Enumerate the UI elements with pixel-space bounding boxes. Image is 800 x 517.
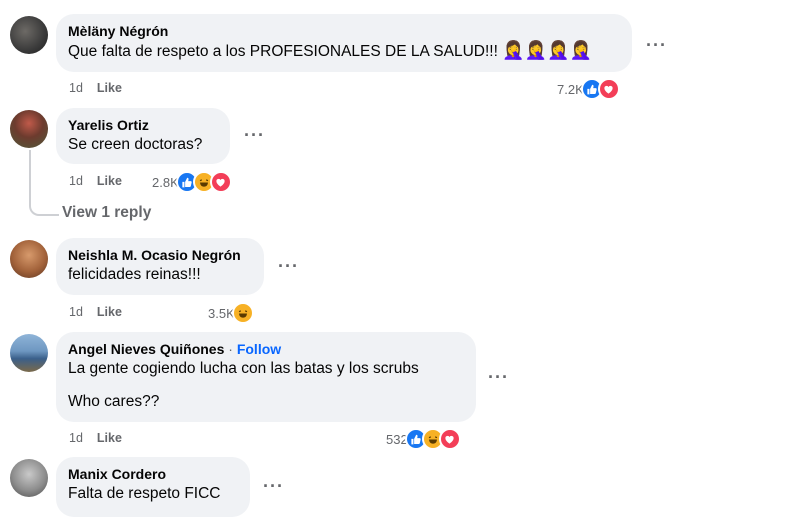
- heart-icon: [597, 78, 620, 100]
- comment-text: Que falta de respeto a los PROFESIONALES…: [68, 40, 620, 62]
- like-button[interactable]: Like: [97, 305, 122, 319]
- comment-text: Se creen doctoras?: [68, 136, 203, 153]
- reaction-summary[interactable]: 2.8K: [152, 171, 232, 193]
- reaction-count: 3.5K: [208, 305, 235, 321]
- comment-text-body: Que falta de respeto a los PROFESIONALES…: [68, 43, 498, 60]
- heart-icon: [438, 428, 461, 450]
- timestamp[interactable]: 1d: [69, 305, 83, 319]
- more-options-button[interactable]: ···: [488, 368, 509, 386]
- like-button[interactable]: Like: [97, 81, 122, 95]
- comment-bubble: Angel Nieves Quiñones · Follow La gente …: [56, 332, 476, 422]
- comment-meta: 1d Like: [69, 81, 122, 95]
- comment-text: Falta de respeto FICC: [68, 485, 221, 502]
- follow-button[interactable]: Follow: [237, 341, 281, 357]
- laughing-face-icon: [231, 302, 254, 324]
- like-button[interactable]: Like: [97, 431, 122, 445]
- comment-meta: 1d Like: [69, 174, 122, 188]
- like-button[interactable]: Like: [97, 174, 122, 188]
- more-options-button[interactable]: ···: [646, 36, 667, 54]
- more-options-button[interactable]: ···: [278, 257, 299, 275]
- reaction-summary[interactable]: 7.2K: [557, 78, 620, 100]
- timestamp[interactable]: 1d: [69, 81, 83, 95]
- reply-thread-line: [29, 150, 59, 216]
- view-replies-link[interactable]: View 1 reply: [62, 204, 151, 222]
- timestamp[interactable]: 1d: [69, 431, 83, 445]
- comment-bubble: Yarelis Ortiz Se creen doctoras?: [56, 108, 230, 164]
- comment-author-name[interactable]: Angel Nieves Quiñones: [68, 341, 224, 357]
- more-options-button[interactable]: ···: [263, 477, 284, 495]
- separator-dot: ·: [228, 341, 233, 357]
- timestamp[interactable]: 1d: [69, 174, 83, 188]
- comment-text: felicidades reinas!!!: [68, 266, 201, 283]
- heart-icon: [209, 171, 232, 193]
- comment-author[interactable]: Yarelis Ortiz: [68, 116, 218, 134]
- avatar[interactable]: [10, 334, 48, 372]
- avatar[interactable]: [10, 459, 48, 497]
- comment-bubble: Mèläny Négrón Que falta de respeto a los…: [56, 14, 632, 72]
- avatar[interactable]: [10, 110, 48, 148]
- reaction-count: 7.2K: [557, 81, 584, 97]
- avatar[interactable]: [10, 240, 48, 278]
- comment-text: La gente cogiendo lucha con las batas y …: [68, 360, 419, 377]
- reaction-summary[interactable]: 532: [386, 428, 461, 450]
- more-options-button[interactable]: ···: [244, 126, 265, 144]
- comment-author[interactable]: Manix Cordero: [68, 465, 238, 483]
- reaction-summary[interactable]: 3.5K: [208, 302, 254, 324]
- comment-author: Angel Nieves Quiñones · Follow: [68, 340, 464, 358]
- comment-author[interactable]: Mèläny Négrón: [68, 22, 620, 40]
- avatar[interactable]: [10, 16, 48, 54]
- comment-meta: 1d Like: [69, 431, 122, 445]
- comment-bubble: Neishla M. Ocasio Negrón felicidades rei…: [56, 238, 264, 295]
- comment-meta: 1d Like: [69, 305, 122, 319]
- comment-text-line2: Who cares??: [68, 393, 160, 410]
- comment-bubble: Manix Cordero Falta de respeto FICC: [56, 457, 250, 517]
- facepalm-emoji: 🤦‍♀️🤦‍♀️🤦‍♀️🤦‍♀️: [502, 40, 592, 60]
- comment-author[interactable]: Neishla M. Ocasio Negrón: [68, 246, 252, 264]
- reaction-count: 2.8K: [152, 174, 179, 190]
